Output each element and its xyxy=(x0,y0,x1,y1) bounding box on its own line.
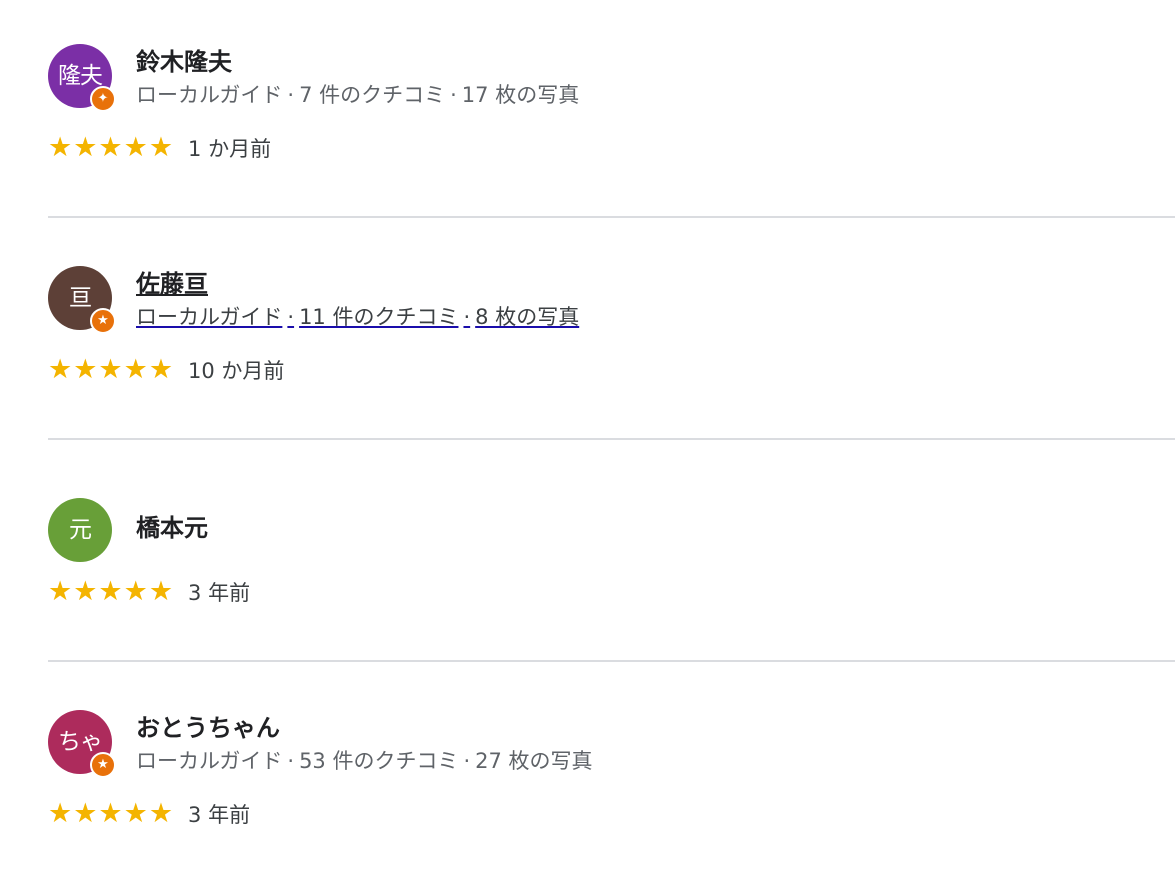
avatar[interactable]: 隆夫 ✦ xyxy=(48,44,116,112)
local-guide-label: ローカルガイド xyxy=(136,749,283,773)
review-rating: ★★★★★ 1 か月前 xyxy=(48,132,271,164)
local-guide-star-icon: ★ xyxy=(90,308,116,334)
review-count: 11 件のクチコミ xyxy=(299,305,459,329)
photo-count: 8 枚の写真 xyxy=(475,305,580,329)
divider xyxy=(48,216,1175,218)
review-item: ちゃ ★ おとうちゃん ローカルガイド · 53 件のクチコミ · 27 枚の写真 ★★… xyxy=(48,666,1175,888)
avatar[interactable]: ちゃ ★ xyxy=(48,710,116,778)
meta-separator: · xyxy=(287,305,295,329)
avatar-initials: 隆夫 xyxy=(58,63,103,89)
local-guide-star-icon: ★ xyxy=(90,752,116,778)
reviewer-meta[interactable]: ローカルガイド · 53 件のクチコミ · 27 枚の写真 xyxy=(136,745,593,775)
reviewer-meta[interactable]: ローカルガイド · 7 件のクチコミ · 17 枚の写真 xyxy=(136,79,579,109)
star-rating-icon: ★★★★★ xyxy=(48,576,175,607)
photo-count: 17 枚の写真 xyxy=(461,83,580,107)
review-time: 1 か月前 xyxy=(188,136,272,161)
review-time: 3 年前 xyxy=(188,580,251,605)
review-rating: ★★★★★ 3 年前 xyxy=(48,798,250,830)
local-guide-star-icon: ✦ xyxy=(90,86,116,112)
avatar-initials: 亘 xyxy=(69,285,92,311)
meta-separator: · xyxy=(287,83,295,107)
review-time: 3 年前 xyxy=(188,802,251,827)
review-time: 10 か月前 xyxy=(188,358,285,383)
local-guide-label: ローカルガイド xyxy=(136,83,283,107)
avatar-initials: ちゃ xyxy=(58,729,103,755)
reviewer-name[interactable]: 佐藤亘 xyxy=(136,264,208,299)
meta-separator: · xyxy=(450,83,457,107)
meta-separator: · xyxy=(463,305,471,329)
reviewer-name[interactable]: おとうちゃん xyxy=(136,708,280,743)
reviewer-meta[interactable]: ローカルガイド · 11 件のクチコミ · 8 枚の写真 xyxy=(136,301,579,331)
avatar[interactable]: 亘 ★ xyxy=(48,266,116,334)
star-rating-icon: ★★★★★ xyxy=(48,132,175,163)
meta-separator: · xyxy=(287,749,295,773)
review-rating: ★★★★★ 3 年前 xyxy=(48,576,250,608)
review-count: 53 件のクチコミ xyxy=(299,749,459,773)
divider xyxy=(48,660,1175,662)
avatar-initials: 元 xyxy=(69,517,92,543)
review-item: 亘 ★ 佐藤亘 ローカルガイド · 11 件のクチコミ · 8 枚の写真 ★★★★★ 10… xyxy=(48,222,1175,444)
divider xyxy=(48,438,1175,440)
local-guide-label: ローカルガイド xyxy=(136,305,283,329)
star-rating-icon: ★★★★★ xyxy=(48,354,175,385)
star-rating-icon: ★★★★★ xyxy=(48,798,175,829)
review-rating: ★★★★★ 10 か月前 xyxy=(48,354,284,386)
review-item: 元 橋本元 ★★★★★ 3 年前 xyxy=(48,444,1175,666)
reviewer-name[interactable]: 橋本元 xyxy=(136,508,208,543)
photo-count: 27 枚の写真 xyxy=(475,749,593,773)
review-item: 隆夫 ✦ 鈴木隆夫 ローカルガイド · 7 件のクチコミ · 17 枚の写真 ★★★★★… xyxy=(48,0,1175,222)
review-count: 7 件のクチコミ xyxy=(299,83,446,107)
meta-separator: · xyxy=(463,749,471,773)
avatar[interactable]: 元 xyxy=(48,498,112,562)
reviewer-name[interactable]: 鈴木隆夫 xyxy=(136,42,232,77)
